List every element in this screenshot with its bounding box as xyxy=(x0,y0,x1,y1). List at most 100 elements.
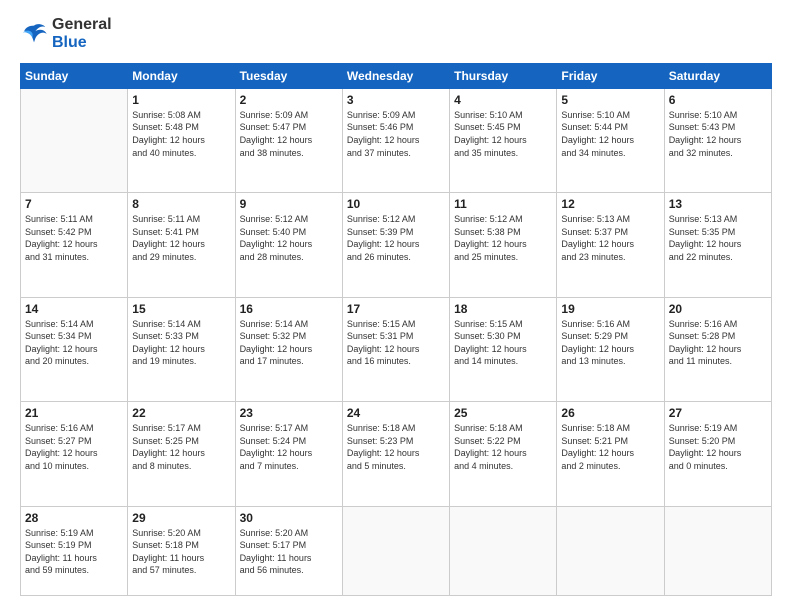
day-info: Sunrise: 5:19 AM Sunset: 5:19 PM Dayligh… xyxy=(25,527,123,577)
day-number: 11 xyxy=(454,197,552,211)
calendar-cell: 24 Sunrise: 5:18 AM Sunset: 5:23 PM Dayli… xyxy=(342,402,449,506)
calendar-cell: 11Sunrise: 5:12 AM Sunset: 5:38 PM Dayli… xyxy=(450,193,557,297)
day-number: 8 xyxy=(132,197,230,211)
day-number: 20 xyxy=(669,302,767,316)
day-info: Sunrise: 5:17 AM Sunset: 5:24 PM Dayligh… xyxy=(240,422,338,472)
calendar-cell: 8 Sunrise: 5:11 AM Sunset: 5:41 PM Daylig… xyxy=(128,193,235,297)
day-number: 9 xyxy=(240,197,338,211)
day-info: Sunrise: 5:09 AM Sunset: 5:46 PM Dayligh… xyxy=(347,109,445,159)
day-number: 24 xyxy=(347,406,445,420)
day-number: 14 xyxy=(25,302,123,316)
day-info: Sunrise: 5:14 AM Sunset: 5:32 PM Dayligh… xyxy=(240,318,338,368)
calendar-cell xyxy=(342,506,449,595)
day-info: Sunrise: 5:10 AM Sunset: 5:45 PM Dayligh… xyxy=(454,109,552,159)
day-info: Sunrise: 5:15 AM Sunset: 5:30 PM Dayligh… xyxy=(454,318,552,368)
calendar-cell: 2 Sunrise: 5:09 AM Sunset: 5:47 PM Daylig… xyxy=(235,88,342,192)
day-number: 16 xyxy=(240,302,338,316)
day-info: Sunrise: 5:09 AM Sunset: 5:47 PM Dayligh… xyxy=(240,109,338,159)
calendar-cell: 29 Sunrise: 5:20 AM Sunset: 5:18 PM Dayli… xyxy=(128,506,235,595)
day-number: 26 xyxy=(561,406,659,420)
calendar-cell: 5 Sunrise: 5:10 AM Sunset: 5:44 PM Daylig… xyxy=(557,88,664,192)
day-number: 6 xyxy=(669,93,767,107)
page: General Blue SundayMondayTuesdayWednesda… xyxy=(0,0,792,612)
day-info: Sunrise: 5:11 AM Sunset: 5:42 PM Dayligh… xyxy=(25,213,123,263)
calendar-cell xyxy=(557,506,664,595)
day-number: 10 xyxy=(347,197,445,211)
calendar-cell xyxy=(664,506,771,595)
day-info: Sunrise: 5:13 AM Sunset: 5:37 PM Dayligh… xyxy=(561,213,659,263)
day-info: Sunrise: 5:16 AM Sunset: 5:29 PM Dayligh… xyxy=(561,318,659,368)
day-number: 23 xyxy=(240,406,338,420)
calendar-cell: 28Sunrise: 5:19 AM Sunset: 5:19 PM Dayli… xyxy=(21,506,128,595)
day-number: 22 xyxy=(132,406,230,420)
day-info: Sunrise: 5:20 AM Sunset: 5:17 PM Dayligh… xyxy=(240,527,338,577)
day-header-friday: Friday xyxy=(557,63,664,88)
week-row-1: 1 Sunrise: 5:08 AM Sunset: 5:48 PM Daylig… xyxy=(21,88,772,192)
day-number: 3 xyxy=(347,93,445,107)
day-number: 19 xyxy=(561,302,659,316)
calendar-cell: 19 Sunrise: 5:16 AM Sunset: 5:29 PM Dayli… xyxy=(557,297,664,401)
calendar-cell: 22Sunrise: 5:17 AM Sunset: 5:25 PM Dayli… xyxy=(128,402,235,506)
day-number: 4 xyxy=(454,93,552,107)
calendar-cell: 25 Sunrise: 5:18 AM Sunset: 5:22 PM Dayli… xyxy=(450,402,557,506)
calendar-table: SundayMondayTuesdayWednesdayThursdayFrid… xyxy=(20,63,772,596)
calendar-cell: 4 Sunrise: 5:10 AM Sunset: 5:45 PM Daylig… xyxy=(450,88,557,192)
logo-line2: Blue xyxy=(52,34,112,52)
day-number: 7 xyxy=(25,197,123,211)
day-header-wednesday: Wednesday xyxy=(342,63,449,88)
day-number: 1 xyxy=(132,93,230,107)
calendar-cell: 20Sunrise: 5:16 AM Sunset: 5:28 PM Dayli… xyxy=(664,297,771,401)
day-info: Sunrise: 5:10 AM Sunset: 5:43 PM Dayligh… xyxy=(669,109,767,159)
day-info: Sunrise: 5:20 AM Sunset: 5:18 PM Dayligh… xyxy=(132,527,230,577)
day-info: Sunrise: 5:18 AM Sunset: 5:23 PM Dayligh… xyxy=(347,422,445,472)
day-number: 17 xyxy=(347,302,445,316)
day-number: 2 xyxy=(240,93,338,107)
calendar-cell: 30 Sunrise: 5:20 AM Sunset: 5:17 PM Dayli… xyxy=(235,506,342,595)
day-number: 13 xyxy=(669,197,767,211)
day-header-tuesday: Tuesday xyxy=(235,63,342,88)
day-info: Sunrise: 5:18 AM Sunset: 5:22 PM Dayligh… xyxy=(454,422,552,472)
day-number: 5 xyxy=(561,93,659,107)
week-row-4: 21 Sunrise: 5:16 AM Sunset: 5:27 PM Dayli… xyxy=(21,402,772,506)
calendar-cell: 1 Sunrise: 5:08 AM Sunset: 5:48 PM Daylig… xyxy=(128,88,235,192)
calendar-cell xyxy=(21,88,128,192)
day-number: 12 xyxy=(561,197,659,211)
day-number: 18 xyxy=(454,302,552,316)
day-number: 30 xyxy=(240,511,338,525)
day-header-monday: Monday xyxy=(128,63,235,88)
day-number: 21 xyxy=(25,406,123,420)
day-info: Sunrise: 5:11 AM Sunset: 5:41 PM Dayligh… xyxy=(132,213,230,263)
calendar-cell: 15 Sunrise: 5:14 AM Sunset: 5:33 PM Dayli… xyxy=(128,297,235,401)
day-info: Sunrise: 5:08 AM Sunset: 5:48 PM Dayligh… xyxy=(132,109,230,159)
day-info: Sunrise: 5:14 AM Sunset: 5:33 PM Dayligh… xyxy=(132,318,230,368)
calendar-cell: 10Sunrise: 5:12 AM Sunset: 5:39 PM Dayli… xyxy=(342,193,449,297)
week-row-5: 28Sunrise: 5:19 AM Sunset: 5:19 PM Dayli… xyxy=(21,506,772,595)
day-info: Sunrise: 5:10 AM Sunset: 5:44 PM Dayligh… xyxy=(561,109,659,159)
day-info: Sunrise: 5:13 AM Sunset: 5:35 PM Dayligh… xyxy=(669,213,767,263)
day-header-saturday: Saturday xyxy=(664,63,771,88)
logo: General Blue xyxy=(20,16,112,53)
calendar-cell: 7 Sunrise: 5:11 AM Sunset: 5:42 PM Daylig… xyxy=(21,193,128,297)
day-number: 25 xyxy=(454,406,552,420)
day-info: Sunrise: 5:18 AM Sunset: 5:21 PM Dayligh… xyxy=(561,422,659,472)
day-number: 15 xyxy=(132,302,230,316)
logo-line1: General xyxy=(52,16,112,34)
calendar-cell: 21 Sunrise: 5:16 AM Sunset: 5:27 PM Dayli… xyxy=(21,402,128,506)
calendar-cell: 13 Sunrise: 5:13 AM Sunset: 5:35 PM Dayli… xyxy=(664,193,771,297)
day-number: 29 xyxy=(132,511,230,525)
calendar-cell: 16 Sunrise: 5:14 AM Sunset: 5:32 PM Dayli… xyxy=(235,297,342,401)
calendar-cell xyxy=(450,506,557,595)
header: General Blue xyxy=(20,16,772,53)
calendar-cell: 17 Sunrise: 5:15 AM Sunset: 5:31 PM Dayli… xyxy=(342,297,449,401)
calendar-cell: 9Sunrise: 5:12 AM Sunset: 5:40 PM Daylig… xyxy=(235,193,342,297)
calendar-cell: 23 Sunrise: 5:17 AM Sunset: 5:24 PM Dayli… xyxy=(235,402,342,506)
calendar-cell: 12 Sunrise: 5:13 AM Sunset: 5:37 PM Dayli… xyxy=(557,193,664,297)
day-info: Sunrise: 5:15 AM Sunset: 5:31 PM Dayligh… xyxy=(347,318,445,368)
day-info: Sunrise: 5:19 AM Sunset: 5:20 PM Dayligh… xyxy=(669,422,767,472)
day-info: Sunrise: 5:16 AM Sunset: 5:27 PM Dayligh… xyxy=(25,422,123,472)
day-header-sunday: Sunday xyxy=(21,63,128,88)
calendar-cell: 6 Sunrise: 5:10 AM Sunset: 5:43 PM Daylig… xyxy=(664,88,771,192)
calendar-cell: 14Sunrise: 5:14 AM Sunset: 5:34 PM Dayli… xyxy=(21,297,128,401)
calendar-header-row: SundayMondayTuesdayWednesdayThursdayFrid… xyxy=(21,63,772,88)
calendar-cell: 3 Sunrise: 5:09 AM Sunset: 5:46 PM Daylig… xyxy=(342,88,449,192)
